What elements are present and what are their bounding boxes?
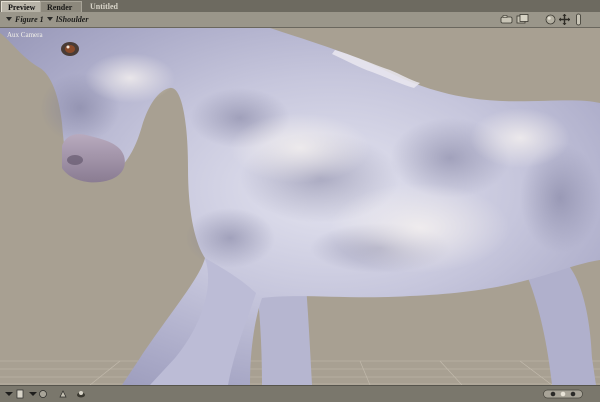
document-style-icon[interactable] (15, 389, 25, 399)
body-part-dropdown[interactable]: lShoulder (47, 14, 88, 25)
chevron-down-icon[interactable] (28, 389, 38, 399)
figure-dropdown-label: Figure 1 (15, 15, 44, 24)
horse-figure-render (0, 28, 600, 385)
viewport-bottom-bar (0, 385, 600, 402)
document-title: Untitled (90, 2, 118, 11)
3d-preview-viewport[interactable]: Aux Camera (0, 28, 600, 385)
tab-preview[interactable]: Preview (1, 1, 41, 12)
ground-shadow-icon[interactable] (76, 389, 86, 399)
scale-icon[interactable] (572, 13, 585, 26)
tab-render[interactable]: Render (40, 1, 82, 12)
chevron-down-icon (47, 17, 53, 21)
camera-label: Aux Camera (7, 31, 43, 39)
display-style-icon[interactable] (4, 389, 14, 399)
viewport-toolbar (500, 13, 590, 26)
figure-dropdown[interactable]: Figure 1 (6, 14, 44, 25)
figure-icon[interactable] (58, 389, 68, 399)
render-options-icon[interactable] (38, 389, 48, 399)
rotate-trackball-icon[interactable] (544, 13, 557, 26)
camera-controls-icon[interactable] (500, 13, 513, 26)
camera-views-icon[interactable] (516, 13, 529, 26)
ground-plane-icon[interactable] (543, 389, 583, 399)
figure-selector-bar: Figure 1 lShoulder (0, 12, 600, 28)
chevron-down-icon (6, 17, 12, 21)
move-xy-icon[interactable] (558, 13, 571, 26)
body-part-dropdown-label: lShoulder (56, 15, 89, 24)
